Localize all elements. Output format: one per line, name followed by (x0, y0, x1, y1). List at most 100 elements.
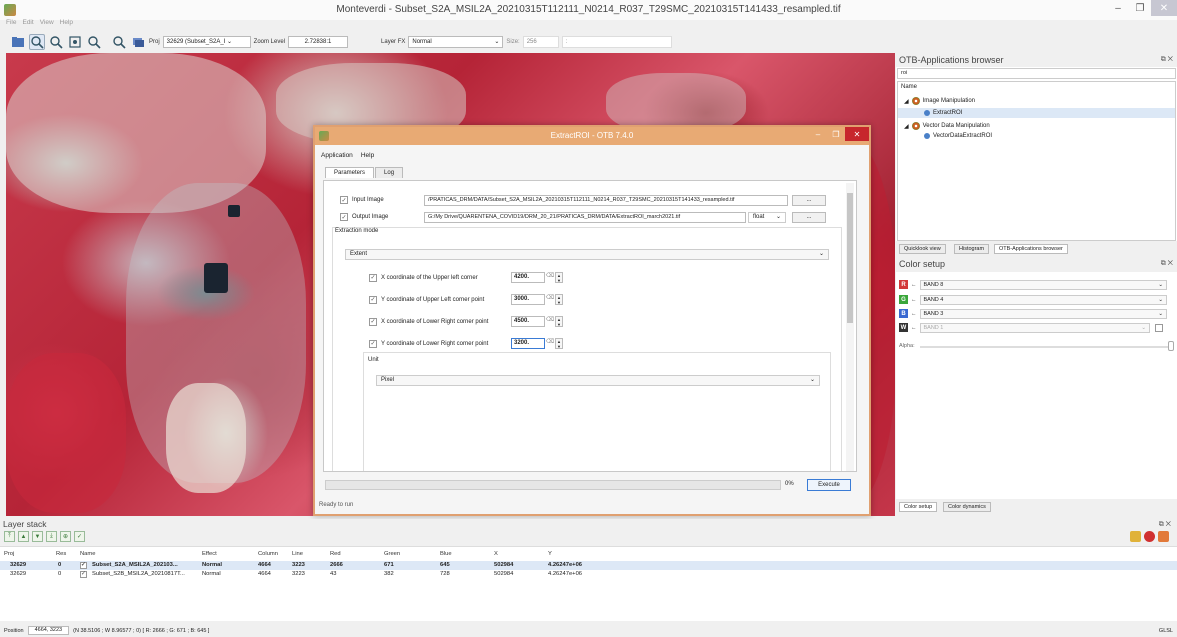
input-image-field[interactable]: /PRATICAS_DRM/DATA/Subset_S2A_MSIL2A_202… (424, 195, 788, 206)
y-lower-right-spinbox[interactable]: 3200. ⌫ ▲ ▼ (511, 338, 563, 349)
band-value: BAND 4 (923, 296, 944, 303)
tree-item-extractroi[interactable]: ExtractROI (898, 108, 1175, 118)
dialog-close-button[interactable]: ✕ (845, 127, 869, 141)
zoom-out-button[interactable] (48, 34, 64, 50)
move-bottom-icon[interactable]: ⤓ (46, 531, 57, 542)
zoom-in-button[interactable] (29, 34, 45, 50)
tab-color-setup[interactable]: Color setup (899, 502, 938, 512)
menu-help[interactable]: Help (60, 19, 73, 31)
panel-float-close-icon[interactable]: ⧉ ✕ (1159, 519, 1171, 530)
menu-view[interactable]: View (40, 19, 54, 31)
move-up-icon[interactable]: ▲ (18, 531, 29, 542)
size-input[interactable]: 256 (522, 36, 559, 48)
tree-group-vector-data-manipulation[interactable]: ◢ Vector Data Manipulation (904, 122, 990, 130)
spin-arrows-icon[interactable]: ▲ ▼ (555, 272, 563, 283)
param-checkbox[interactable]: ✓ (369, 273, 377, 282)
panel-float-close-icon[interactable]: ⧉ ✕ (1161, 260, 1173, 268)
layer-fx-select[interactable]: Normal ⌄ (408, 36, 504, 48)
dialog-menu-application[interactable]: Application (321, 152, 353, 159)
x-lower-right-value[interactable]: 4500. (511, 316, 545, 327)
zoom-full-button[interactable] (86, 34, 102, 50)
band-select-blue[interactable]: BAND 3 ⌄ (919, 308, 1167, 319)
projection-icon[interactable]: ⊕ (60, 531, 71, 542)
tab-histogram[interactable]: Histogram (954, 244, 990, 254)
channel-r-chip: R (899, 280, 908, 289)
move-down-icon[interactable]: ▼ (32, 531, 43, 542)
param-checkbox[interactable]: ✓ (369, 317, 377, 326)
progress-percent: 0% (785, 481, 794, 487)
layer-visible-checkbox[interactable]: ✓ (80, 570, 91, 579)
execute-button[interactable]: Execute (807, 479, 851, 491)
output-image-field[interactable]: G:/My Drive/QUARENTENA_COVID19/DRM_20_21… (424, 212, 746, 223)
parameters-scrollbar[interactable] (846, 183, 854, 471)
unit-select[interactable]: Pixel ⌄ (376, 375, 820, 386)
clear-icon[interactable]: ⌫ (545, 294, 555, 305)
param-checkbox[interactable]: ✓ (369, 339, 377, 348)
table-row[interactable]: 32629 0 ✓ Subset_S2A_MSIL2A_202103... No… (0, 561, 1177, 570)
dialog-minimize-button[interactable]: – (809, 127, 827, 141)
aux-input[interactable]: : (561, 36, 672, 48)
tab-quicklook-view[interactable]: Quicklook view (899, 244, 946, 254)
zoom-level-input[interactable]: 2.72838:1 (288, 36, 349, 48)
projection-select[interactable]: 32629 (Subset_S2A_I ⌄ (162, 36, 251, 48)
clear-icon[interactable]: ⌫ (545, 272, 555, 283)
clear-icon[interactable]: ⌫ (545, 316, 555, 327)
menu-edit[interactable]: Edit (22, 19, 33, 31)
output-image-browse-button[interactable]: ... (792, 212, 826, 223)
param-checkbox[interactable]: ✓ (369, 295, 377, 304)
cell-red: 2666 (330, 562, 343, 568)
dialog-restore-button[interactable]: ❐ (827, 127, 845, 141)
chevron-down-icon: ⌄ (1158, 281, 1163, 288)
spin-arrows-icon[interactable]: ▲ ▼ (555, 294, 563, 305)
band-select-white[interactable]: BAND 1 ⌄ (919, 322, 1150, 333)
tree-group-image-manipulation[interactable]: ◢ Image Manipulation (904, 97, 975, 105)
output-image-checkbox[interactable]: ✓ (340, 213, 348, 221)
delete-icon[interactable] (1144, 531, 1155, 542)
output-type-select[interactable]: float ⌄ (748, 212, 786, 223)
y-lower-right-value[interactable]: 3200. (511, 338, 545, 349)
clear-icon[interactable]: ⌫ (545, 338, 555, 349)
reset-icon[interactable] (1158, 531, 1169, 542)
tab-color-dynamics[interactable]: Color dynamics (943, 502, 991, 512)
x-upper-left-spinbox[interactable]: 4200. ⌫ ▲ ▼ (511, 272, 563, 283)
white-channel-checkbox[interactable] (1155, 323, 1163, 332)
otb-browser-header: OTB-Applications browser ⧉ ✕ (896, 54, 1177, 66)
alpha-slider[interactable] (920, 346, 1168, 348)
y-upper-left-spinbox[interactable]: 3000. ⌫ ▲ ▼ (511, 294, 563, 305)
layer-properties-button[interactable] (130, 34, 146, 50)
layer-visible-checkbox[interactable]: ✓ (80, 561, 91, 570)
spin-arrows-icon[interactable]: ▲ ▼ (555, 338, 563, 349)
minimize-button[interactable]: – (1107, 0, 1129, 16)
table-row[interactable]: 32629 0 ✓ Subset_S2B_MSIL2A_20210817T...… (0, 570, 1177, 579)
alpha-slider-handle[interactable] (1168, 341, 1174, 351)
band-select-red[interactable]: BAND 8 ⌄ (919, 279, 1167, 290)
y-upper-left-value[interactable]: 3000. (511, 294, 545, 305)
band-select-green[interactable]: BAND 4 ⌄ (919, 294, 1167, 305)
zoom-extent-button[interactable] (67, 34, 83, 50)
input-image-browse-button[interactable]: ... (792, 195, 826, 206)
restore-button[interactable]: ❐ (1129, 0, 1151, 16)
band-value: BAND 8 (923, 281, 944, 288)
x-upper-left-value[interactable]: 4200. (511, 272, 545, 283)
otb-search-input[interactable]: roi (897, 68, 1176, 79)
extraction-mode-select[interactable]: Extent ⌄ (345, 249, 829, 260)
cell-red: 43 (330, 571, 337, 577)
paint-icon[interactable] (1130, 531, 1141, 542)
scrollbar-thumb[interactable] (847, 193, 853, 323)
band-row-white: W ← BAND 1 ⌄ (899, 322, 1167, 333)
zoom-layer-button[interactable] (111, 34, 127, 50)
panel-float-close-icon[interactable]: ⧉ ✕ (1161, 56, 1173, 64)
spin-arrows-icon[interactable]: ▲ ▼ (555, 316, 563, 327)
open-image-button[interactable] (10, 34, 26, 50)
menu-file[interactable]: File (6, 19, 16, 31)
tab-otb-applications-browser[interactable]: OTB-Applications browser (994, 244, 1068, 254)
tab-log[interactable]: Log (375, 167, 404, 178)
input-image-checkbox[interactable]: ✓ (340, 196, 348, 204)
dialog-menu-help[interactable]: Help (361, 152, 374, 159)
apply-icon[interactable]: ✓ (74, 531, 85, 542)
tree-item-vectordataextractroi[interactable]: VectorDataExtractROI (924, 133, 992, 139)
x-lower-right-spinbox[interactable]: 4500. ⌫ ▲ ▼ (511, 316, 563, 327)
tab-parameters[interactable]: Parameters (325, 167, 375, 178)
close-button[interactable]: ✕ (1151, 0, 1177, 16)
move-top-icon[interactable]: ⤒ (4, 531, 15, 542)
